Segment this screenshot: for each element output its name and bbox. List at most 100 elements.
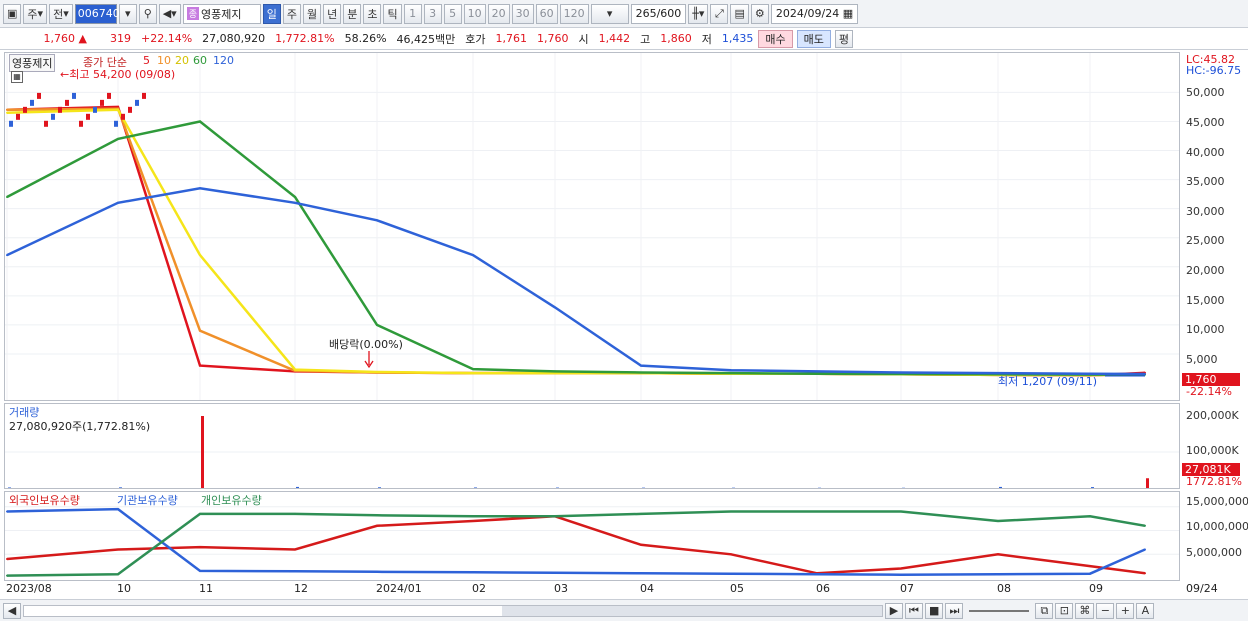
interval-1-button[interactable]: 1 xyxy=(403,3,422,24)
candle xyxy=(142,92,146,99)
prev-label: 전 xyxy=(53,7,64,21)
holding-point-1 xyxy=(199,569,201,572)
stock-name-box[interactable]: 종 영풍제지 xyxy=(182,3,261,24)
individual-legend[interactable]: 개인보유수량 xyxy=(201,492,262,508)
holding-line-2 xyxy=(6,510,1146,577)
stop-icon[interactable]: ■ xyxy=(925,602,944,619)
interval-custom-select[interactable]: ▾ xyxy=(590,3,629,24)
holding-point-1 xyxy=(640,572,642,575)
ma60-point xyxy=(117,137,119,140)
holding-point-1 xyxy=(1144,548,1146,551)
layout-icon[interactable]: ⧉ xyxy=(1035,602,1054,619)
foreign-legend[interactable]: 외국인보유수량 xyxy=(9,492,80,508)
interval-3-button[interactable]: 3 xyxy=(423,3,442,24)
code-dropdown-icon[interactable]: ▾ xyxy=(118,3,137,24)
price-chart[interactable] xyxy=(5,53,1179,400)
volume-bar xyxy=(378,487,381,488)
scroll-left-icon[interactable]: ◀ xyxy=(3,602,21,619)
ma20-point xyxy=(294,368,296,371)
interval-10-button[interactable]: 10 xyxy=(463,3,486,24)
period-type-select[interactable]: 주 ▾ xyxy=(23,3,48,24)
fast-forward-icon[interactable]: ⏭ xyxy=(945,602,964,619)
rewind-icon[interactable]: ⏮ xyxy=(905,602,923,619)
x-tick-09: 09 xyxy=(1089,582,1103,595)
draw-tool-icon[interactable]: ⤢ xyxy=(710,3,729,24)
period-type-label: 주 xyxy=(27,7,38,21)
save-icon[interactable]: ▤ xyxy=(730,3,749,24)
volume-bar xyxy=(474,487,477,488)
period-week-button[interactable]: 주 xyxy=(282,3,301,24)
ask-price: 1,760 xyxy=(537,32,569,45)
scrollbar-thumb[interactable] xyxy=(502,605,882,616)
scroll-right-icon[interactable]: ▶ xyxy=(885,602,903,619)
holding-point-1 xyxy=(472,571,474,574)
link-icon[interactable]: ⌘ xyxy=(1075,602,1095,619)
ma120-point xyxy=(816,370,818,373)
price-pane[interactable]: 영풍제지 종가 단순 5 10 20 60 120 ▦ ←최고 54,200 (… xyxy=(4,52,1180,401)
candle xyxy=(107,92,111,99)
buy-button[interactable]: 매수 xyxy=(758,29,793,48)
page-count-field[interactable]: 265 /600 xyxy=(630,3,687,24)
period-year-button[interactable]: 년 xyxy=(323,3,342,24)
ma120-point xyxy=(472,254,474,257)
period-day-button[interactable]: 일 xyxy=(262,3,281,24)
sell-button[interactable]: 매도 xyxy=(796,29,831,48)
ma60-point xyxy=(294,196,296,198)
search-icon[interactable]: ⚲ xyxy=(138,3,157,24)
date-field[interactable]: 2024/09/24 ▦ xyxy=(770,3,859,24)
ma60-point xyxy=(472,368,474,371)
interval-60-button[interactable]: 60 xyxy=(535,3,558,24)
eval-button[interactable]: 평 xyxy=(834,29,854,48)
x-tick-2023-08: 2023/08 xyxy=(6,582,52,595)
table-icon[interactable]: ▦ xyxy=(11,71,23,83)
period-minute-button[interactable]: 분 xyxy=(343,3,362,24)
horizontal-scrollbar[interactable] xyxy=(23,604,883,617)
volume-pane[interactable]: 거래량 27,080,920주(1,772.81%) xyxy=(4,403,1180,489)
hc-label: HC:-96.75 xyxy=(1186,64,1242,77)
y-tick-50000: 50,000 xyxy=(1186,86,1225,99)
volume-chart[interactable] xyxy=(5,404,1179,488)
zoom-slider[interactable] xyxy=(969,609,1030,612)
holding-point-1 xyxy=(997,573,999,576)
prev-button[interactable]: 전 ▾ xyxy=(49,3,73,24)
zoom-out-icon[interactable]: − xyxy=(1096,602,1115,619)
period-tick-button[interactable]: 틱 xyxy=(383,3,402,24)
window-icon[interactable]: ▣ xyxy=(3,3,22,24)
bid-price: 1,761 xyxy=(495,32,528,45)
calendar-icon[interactable]: ▦ xyxy=(839,7,853,20)
candle xyxy=(37,92,41,99)
zoom-in-icon[interactable]: + xyxy=(1116,602,1135,619)
holding-point-2 xyxy=(117,573,119,576)
interval-20-button[interactable]: 20 xyxy=(487,3,510,24)
institution-legend[interactable]: 기관보유수량 xyxy=(117,492,178,508)
holding-point-0 xyxy=(472,520,474,522)
period-second-button[interactable]: 초 xyxy=(363,3,382,24)
ma60-point xyxy=(640,371,642,374)
volume-bar xyxy=(1091,487,1094,488)
interval-120-button[interactable]: 120 xyxy=(559,3,589,24)
gear-icon[interactable]: ⚙ xyxy=(750,3,769,24)
interval-5-button[interactable]: 5 xyxy=(443,3,462,24)
candle-type-icon[interactable]: ╫▾ xyxy=(688,3,709,24)
holding-pane[interactable]: 외국인보유수량 기관보유수량 개인보유수량 xyxy=(4,491,1180,581)
speaker-icon[interactable]: ◀▾ xyxy=(158,3,181,24)
holding-point-2 xyxy=(640,512,642,515)
holding-point-2 xyxy=(900,510,902,513)
ma60-line xyxy=(6,120,1145,376)
stock-code-input[interactable]: 006740 xyxy=(74,3,120,24)
y-tick-10000: 10,000 xyxy=(1186,323,1225,336)
ma120-point xyxy=(900,371,902,374)
compare-icon[interactable]: ⊡ xyxy=(1055,602,1074,619)
period-month-button[interactable]: 월 xyxy=(302,3,322,24)
volume-value-label: 27,080,920주(1,772.81%) xyxy=(9,420,151,433)
holding-chart[interactable] xyxy=(5,492,1179,580)
y-tick-15000: 15,000 xyxy=(1186,294,1225,307)
y-tick-35000: 35,000 xyxy=(1186,175,1225,188)
x-tick-05: 05 xyxy=(730,582,744,595)
ma60-legend: 60 xyxy=(193,54,207,67)
interval-30-button[interactable]: 30 xyxy=(511,3,534,24)
holding-point-1 xyxy=(1089,572,1091,575)
price-legend-name[interactable]: 영풍제지 xyxy=(9,54,56,72)
font-icon[interactable]: A xyxy=(1136,602,1155,619)
low-price: 1,435 xyxy=(721,32,754,45)
